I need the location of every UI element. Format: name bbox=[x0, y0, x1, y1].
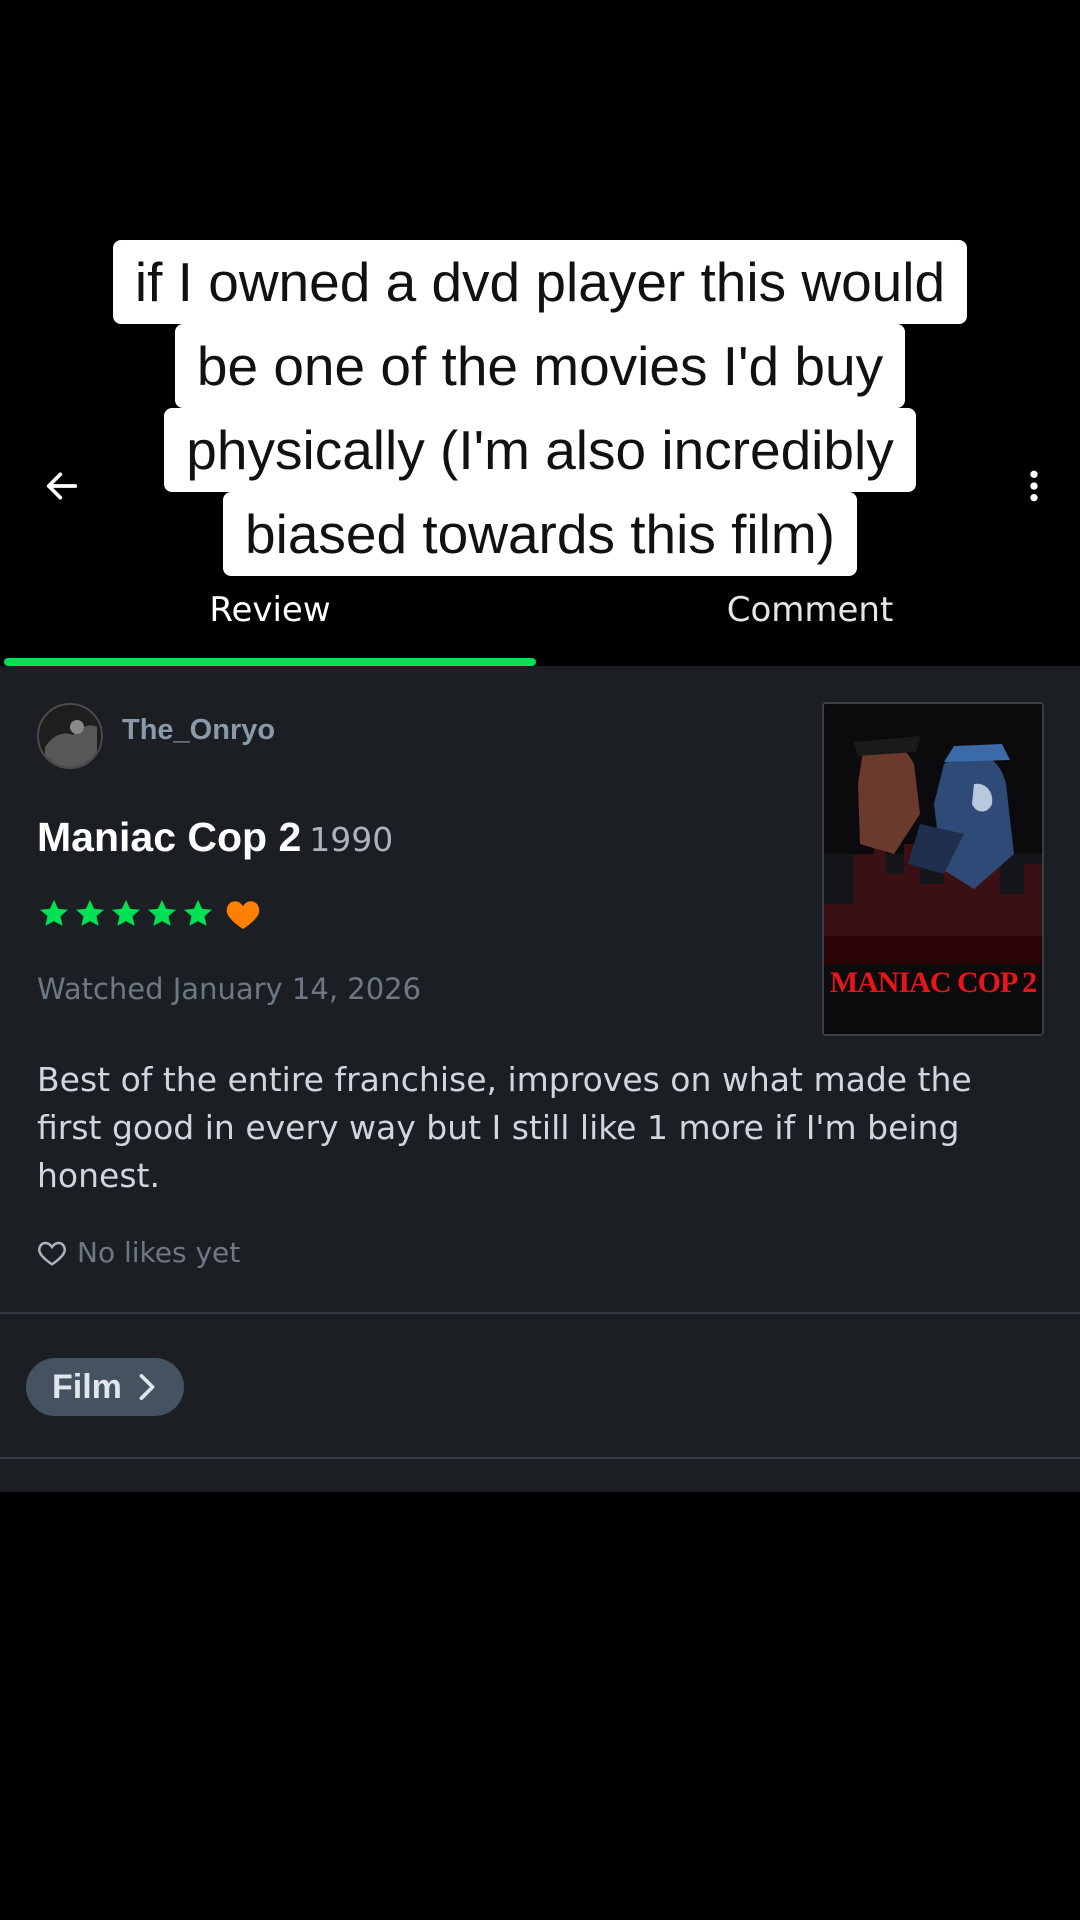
review-panel: The_Onryo Maniac Cop 2 1990 Watched Janua… bbox=[0, 666, 1080, 1492]
poster-title: MANIAC COP 2 bbox=[829, 966, 1037, 999]
film-title[interactable]: Maniac Cop 2 bbox=[37, 814, 301, 860]
film-year: 1990 bbox=[309, 820, 394, 859]
star-icon bbox=[112, 899, 140, 926]
video-caption-overlay: if I owned a dvd player this would be on… bbox=[0, 240, 1080, 576]
star-icon bbox=[40, 899, 68, 926]
chevron-right-icon bbox=[139, 1373, 155, 1401]
divider bbox=[0, 1312, 1080, 1314]
tab-review[interactable]: Review bbox=[0, 580, 540, 640]
star-icon bbox=[76, 899, 104, 926]
review-author-name[interactable]: The_Onryo bbox=[122, 714, 275, 747]
review-body: Best of the entire franchise, improves o… bbox=[37, 1060, 972, 1195]
caption-line-1: if I owned a dvd player this would bbox=[112, 240, 968, 324]
avatar[interactable] bbox=[37, 703, 103, 769]
heart-outline-icon bbox=[38, 1241, 66, 1266]
likes-count-text: No likes yet bbox=[77, 1236, 241, 1269]
film-poster[interactable]: MANIAC COP 2 bbox=[822, 702, 1044, 1036]
caption-line-2: be one of the movies I'd buy bbox=[174, 324, 906, 408]
avatar-image bbox=[39, 705, 101, 767]
likes-button[interactable]: No likes yet bbox=[37, 1236, 240, 1269]
caption-line-3: physically (I'm also incredibly bbox=[164, 408, 916, 492]
tab-bar: Review Comment bbox=[0, 580, 1080, 666]
star-icon bbox=[148, 899, 176, 926]
divider bbox=[0, 1457, 1080, 1459]
tab-comment[interactable]: Comment bbox=[540, 580, 1080, 640]
star-icon bbox=[184, 899, 212, 926]
rating bbox=[37, 897, 261, 931]
caption-line-4: biased towards this film) bbox=[223, 492, 857, 576]
liked-heart-icon bbox=[226, 901, 260, 929]
watched-date: Watched January 14, 2026 bbox=[37, 972, 422, 1006]
film-heading: Maniac Cop 2 1990 bbox=[37, 814, 393, 861]
active-tab-indicator bbox=[4, 658, 536, 666]
film-link-label: Film bbox=[52, 1367, 122, 1406]
film-link-button[interactable]: Film bbox=[26, 1358, 184, 1416]
